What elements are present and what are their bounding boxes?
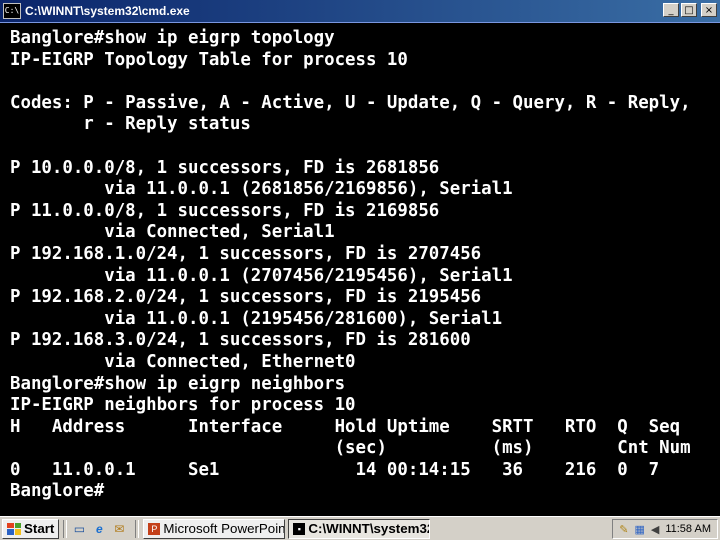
- console-line: via Connected, Ethernet0: [10, 351, 356, 372]
- minimize-button[interactable]: _: [663, 3, 679, 17]
- close-button[interactable]: ×: [701, 3, 717, 17]
- title-bar[interactable]: C:\ C:\WINNT\system32\cmd.exe _ □ ×: [0, 0, 720, 23]
- cmd-icon[interactable]: C:\: [3, 3, 21, 19]
- volume-icon[interactable]: ◀: [651, 523, 659, 536]
- console-line: via Connected, Serial1: [10, 222, 335, 243]
- console-line: Banglore#show ip eigrp topology: [10, 28, 335, 48]
- console-line: IP-EIGRP Topology Table for process 10: [10, 49, 408, 70]
- desktop-icon[interactable]: ▭: [71, 521, 87, 537]
- console-line: (sec) (ms) Cnt Num: [10, 438, 691, 459]
- console-output[interactable]: Banglore#show ip eigrp topology IP-EIGRP …: [10, 28, 710, 510]
- console-line: r - Reply status: [10, 114, 251, 135]
- taskbar-separator: [63, 519, 68, 538]
- console-line: P 10.0.0.0/8, 1 successors, FD is 268185…: [10, 157, 440, 178]
- cmd-window[interactable]: C:\ C:\WINNT\system32\cmd.exe _ □ × Bang…: [0, 0, 720, 516]
- internet-explorer-icon[interactable]: e: [91, 521, 107, 537]
- console-line: P 192.168.2.0/24, 1 successors, FD is 21…: [10, 287, 482, 308]
- console-line: via 11.0.0.1 (2195456/281600), Serial1: [10, 308, 503, 329]
- console-line: Codes: P - Passive, A - Active, U - Upda…: [10, 92, 691, 113]
- console-line: Banglore#show ip eigrp neighbors: [10, 373, 346, 394]
- console-line: via 11.0.0.1 (2681856/2169856), Serial1: [10, 179, 513, 200]
- network-icon[interactable]: ▦: [634, 523, 644, 536]
- console-line: P 11.0.0.0/8, 1 successors, FD is 216985…: [10, 200, 440, 221]
- start-label: Start: [24, 521, 55, 536]
- windows-flag-icon: [7, 522, 21, 535]
- powerpoint-icon: P: [148, 522, 161, 535]
- console-line: P 192.168.3.0/24, 1 successors, FD is 28…: [10, 330, 471, 351]
- pen-icon[interactable]: ✎: [619, 523, 628, 536]
- console-line: P 192.168.1.0/24, 1 successors, FD is 27…: [10, 243, 482, 264]
- taskbar-item-label: C:\WINNT\system32\c...: [308, 521, 429, 536]
- console-line: 0 11.0.0.1 Se1 14 00:14:15 36 216 0 7: [10, 459, 660, 480]
- console-line: IP-EIGRP neighbors for process 10: [10, 395, 356, 416]
- maximize-button[interactable]: □: [681, 3, 697, 17]
- outlook-icon[interactable]: ✉: [111, 521, 127, 537]
- clock[interactable]: 11:58 AM: [665, 523, 711, 535]
- taskbar: Start ▭ e ✉ P Microsoft PowerPoint - [H.…: [0, 516, 720, 540]
- taskbar-separator: [135, 519, 140, 538]
- start-button[interactable]: Start: [2, 518, 60, 539]
- window-title: C:\WINNT\system32\cmd.exe: [25, 4, 190, 18]
- taskbar-item-powerpoint[interactable]: P Microsoft PowerPoint - [H...: [143, 518, 286, 539]
- system-tray: ✎ ▦ ◀ 11:58 AM: [612, 519, 718, 539]
- cmd-icon: ▪: [293, 522, 306, 535]
- taskbar-item-cmd[interactable]: ▪ C:\WINNT\system32\c...: [288, 518, 431, 539]
- taskbar-item-label: Microsoft PowerPoint - [H...: [163, 521, 286, 536]
- console-line: H Address Interface Hold Uptime SRTT RTO…: [10, 416, 681, 437]
- window-controls: _ □ ×: [663, 3, 717, 17]
- console-prompt[interactable]: Banglore#: [10, 481, 710, 503]
- console-line: via 11.0.0.1 (2707456/2195456), Serial1: [10, 265, 513, 286]
